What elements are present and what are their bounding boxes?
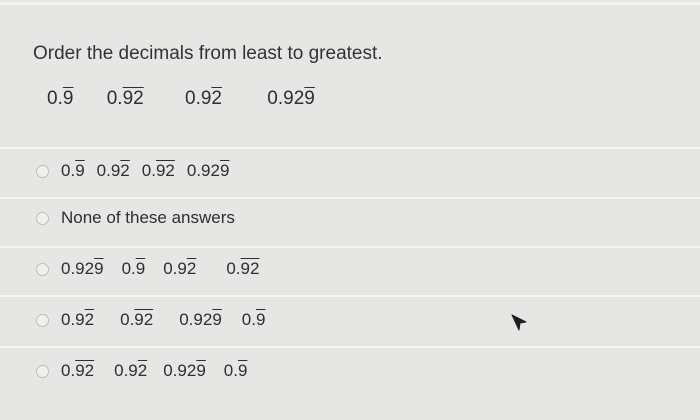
- arrow-cursor-icon: [511, 313, 527, 331]
- divider-2: [0, 197, 700, 199]
- question-numbers: 0.9 0.92 0.92 0.929: [47, 88, 337, 112]
- option-number: 0.92: [163, 259, 197, 278]
- question-number-3: 0.92: [185, 88, 222, 109]
- option-number: 0.92: [61, 310, 95, 329]
- divider-3: [0, 246, 700, 248]
- radio-button-icon[interactable]: [36, 164, 49, 178]
- option-number: 0.9: [61, 161, 85, 180]
- divider-4: [0, 295, 700, 297]
- option-number: 0.9: [223, 361, 248, 380]
- option-number: 0.92: [226, 259, 260, 278]
- answer-option-4[interactable]: 0.92 0.92 0.929 0.9: [36, 307, 287, 333]
- option-number: 0.92: [96, 161, 130, 180]
- option-number: 0.9: [241, 310, 266, 329]
- top-divider: [0, 2, 700, 5]
- answer-option-3[interactable]: 0.929 0.9 0.92 0.92: [36, 256, 281, 282]
- option-number: 0.92: [141, 161, 175, 180]
- option-number: 0.92: [61, 361, 95, 380]
- option-number: 0.929: [186, 161, 230, 180]
- question-number-2: 0.92: [106, 88, 144, 109]
- radio-button-icon[interactable]: [36, 313, 49, 327]
- option-number: 0.929: [163, 361, 206, 380]
- option-number: 0.929: [61, 259, 104, 278]
- question-number-1: 0.9: [47, 88, 74, 109]
- question-number-4: 0.929: [267, 88, 315, 109]
- radio-button-icon[interactable]: [36, 211, 49, 225]
- option-label: None of these answers: [61, 208, 235, 227]
- answer-option-1[interactable]: 0.9 0.92 0.92 0.929: [36, 158, 241, 184]
- radio-button-icon[interactable]: [36, 364, 49, 378]
- arrow-cursor-icon-svg: [511, 314, 527, 331]
- radio-button-icon[interactable]: [36, 262, 49, 276]
- question-prompt: Order the decimals from least to greates…: [33, 43, 383, 64]
- option-number: 0.92: [120, 310, 154, 329]
- divider-5: [0, 346, 700, 348]
- divider-1: [0, 147, 700, 149]
- option-number: 0.929: [179, 310, 222, 329]
- option-number: 0.9: [121, 259, 146, 278]
- answer-option-2[interactable]: None of these answers: [36, 205, 235, 231]
- option-number: 0.92: [114, 361, 148, 380]
- answer-option-5[interactable]: 0.92 0.92 0.929 0.9: [36, 358, 269, 384]
